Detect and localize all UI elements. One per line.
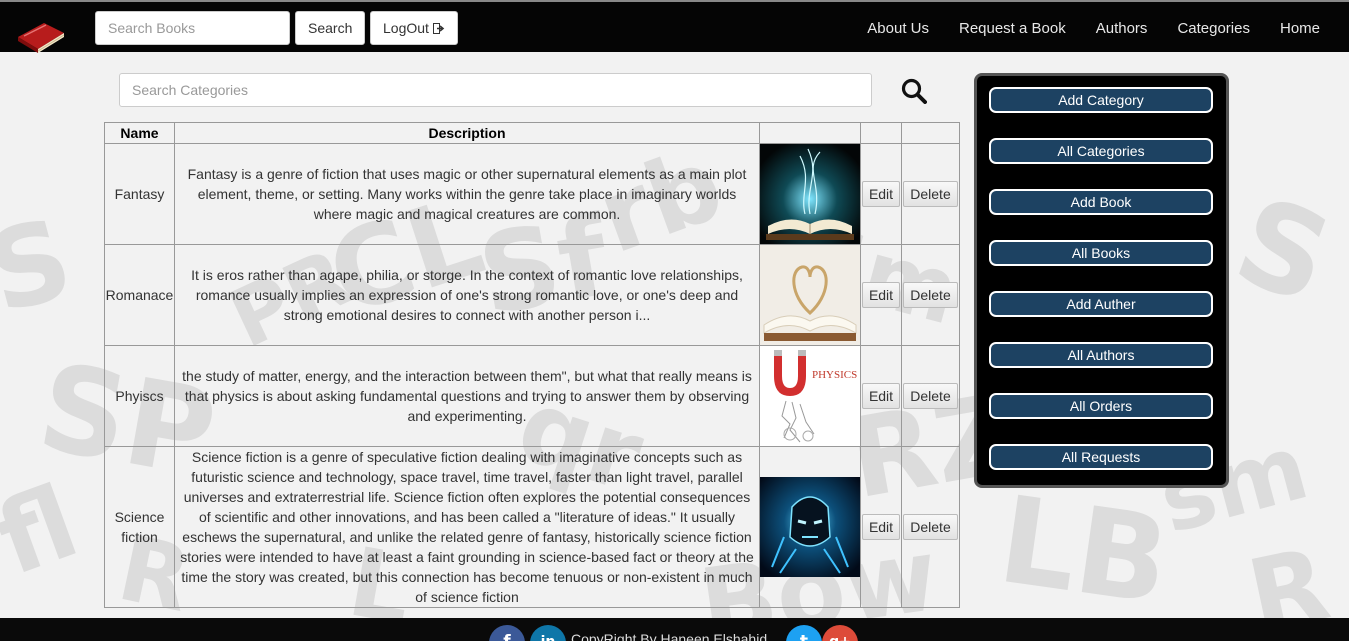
table-row: Phyiscs the study of matter, energy, and…: [104, 345, 960, 447]
logout-button[interactable]: LogOut: [370, 11, 458, 45]
category-description: It is eros rather than agape, philia, or…: [174, 244, 760, 346]
twitter-icon[interactable]: t: [786, 625, 822, 641]
heart-book-image: [760, 245, 860, 345]
nav-home[interactable]: Home: [1280, 20, 1320, 37]
category-name: Science fiction: [104, 446, 175, 608]
edit-button[interactable]: Edit: [861, 383, 901, 409]
header-delete: [901, 122, 960, 144]
category-image: [759, 446, 861, 608]
category-name: Romanace: [104, 244, 175, 346]
edit-cell: Edit: [860, 446, 902, 608]
table-row: Science fiction Science fiction is a gen…: [104, 446, 960, 608]
category-description: Fantasy is a genre of fiction that uses …: [174, 143, 760, 245]
delete-cell: Delete: [901, 244, 960, 346]
add-category-button[interactable]: Add Category: [989, 87, 1213, 113]
logout-button-label: LogOut: [383, 20, 429, 36]
categories-table: Name Description Fantasy Fantasy is a ge…: [104, 122, 960, 608]
header-description: Description: [174, 122, 760, 144]
linkedin-icon[interactable]: in: [530, 625, 566, 641]
delete-cell: Delete: [901, 143, 960, 245]
edit-button[interactable]: Edit: [861, 282, 901, 308]
table-header-row: Name Description: [104, 122, 960, 144]
header-name: Name: [104, 122, 175, 144]
all-categories-button[interactable]: All Categories: [989, 138, 1213, 164]
edit-button[interactable]: Edit: [861, 181, 901, 207]
category-description: Science fiction is a genre of speculativ…: [174, 446, 760, 608]
edit-cell: Edit: [860, 244, 902, 346]
book-logo-icon[interactable]: [14, 15, 66, 55]
category-name: Phyiscs: [104, 345, 175, 447]
nav-about-us[interactable]: About Us: [867, 20, 929, 37]
all-books-button[interactable]: All Books: [989, 240, 1213, 266]
physics-magnet-image: PHYSICS: [760, 346, 860, 446]
facebook-icon[interactable]: f: [489, 625, 525, 641]
header-edit: [860, 122, 902, 144]
footer: f in CopyRight By Haneen Elshahid t g+: [0, 618, 1349, 641]
edit-cell: Edit: [860, 345, 902, 447]
all-orders-button[interactable]: All Orders: [989, 393, 1213, 419]
category-image: [759, 143, 861, 245]
top-navbar: Search LogOut About Us Request a Book Au…: [0, 0, 1349, 55]
category-name: Fantasy: [104, 143, 175, 245]
sci-fi-robot-image: [760, 477, 860, 577]
table-row: Romanace It is eros rather than agape, p…: [104, 244, 960, 346]
delete-button[interactable]: Delete: [903, 181, 958, 207]
search-icon[interactable]: [901, 78, 927, 104]
physics-image-label: PHYSICS: [812, 369, 857, 381]
category-image: [759, 244, 861, 346]
category-description: the study of matter, energy, and the int…: [174, 345, 760, 447]
nav-links: About Us Request a Book Authors Categori…: [837, 2, 1320, 54]
search-button[interactable]: Search: [295, 11, 366, 45]
google-plus-icon[interactable]: g+: [822, 625, 858, 641]
nav-request-a-book[interactable]: Request a Book: [959, 20, 1066, 37]
logout-icon: [432, 22, 445, 34]
add-author-button[interactable]: Add Auther: [989, 291, 1213, 317]
edit-button[interactable]: Edit: [861, 514, 901, 540]
search-books-input[interactable]: [95, 11, 290, 45]
admin-side-panel: Add Category All Categories Add Book All…: [974, 73, 1229, 488]
all-authors-button[interactable]: All Authors: [989, 342, 1213, 368]
delete-button[interactable]: Delete: [903, 383, 958, 409]
delete-button[interactable]: Delete: [903, 282, 958, 308]
category-image: PHYSICS: [759, 345, 861, 447]
delete-cell: Delete: [901, 446, 960, 608]
all-requests-button[interactable]: All Requests: [989, 444, 1213, 470]
add-book-button[interactable]: Add Book: [989, 189, 1213, 215]
magic-book-image: [760, 144, 860, 244]
delete-button[interactable]: Delete: [903, 514, 958, 540]
nav-categories[interactable]: Categories: [1177, 20, 1250, 37]
delete-cell: Delete: [901, 345, 960, 447]
edit-cell: Edit: [860, 143, 902, 245]
search-button-label: Search: [308, 20, 353, 36]
header-image: [759, 122, 861, 144]
table-row: Fantasy Fantasy is a genre of fiction th…: [104, 143, 960, 245]
search-categories-input[interactable]: [119, 73, 872, 107]
copyright-text: CopyRight By Haneen Elshahid: [571, 631, 768, 641]
nav-authors[interactable]: Authors: [1096, 20, 1148, 37]
